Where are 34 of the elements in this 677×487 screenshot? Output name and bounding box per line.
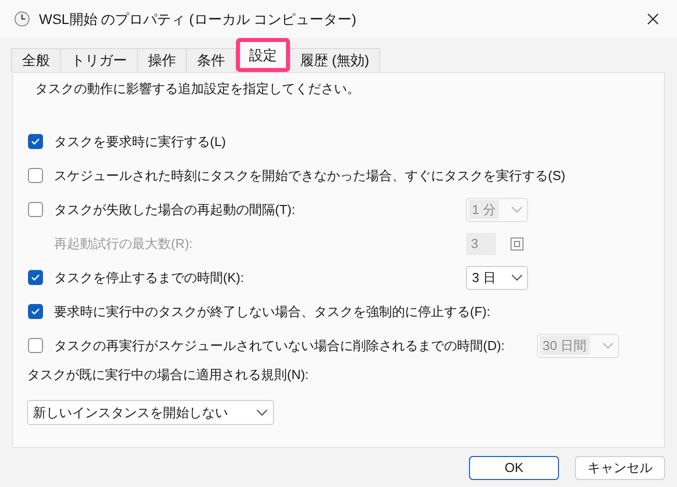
spin-icon[interactable] bbox=[510, 236, 524, 250]
chevron-down-icon bbox=[602, 342, 614, 349]
checkmark-icon bbox=[31, 138, 40, 145]
option-label: タスクを要求時に実行する(L) bbox=[54, 132, 227, 151]
rule-dropdown[interactable]: 新しいインスタンスを開始しない bbox=[27, 400, 274, 425]
window-title: WSL開始 のプロパティ (ローカル コンピューター) bbox=[39, 10, 356, 29]
checkbox[interactable] bbox=[28, 304, 43, 319]
close-icon bbox=[647, 13, 659, 25]
option-label: 再起動試行の最大数(R): bbox=[54, 234, 194, 253]
option-label: タスクを停止するまでの時間(K): bbox=[54, 268, 245, 287]
checkbox[interactable] bbox=[28, 202, 43, 217]
dropdown[interactable]: 3 日 bbox=[466, 266, 528, 290]
rule-label: タスクが既に実行中の場合に適用される規則(N): bbox=[27, 366, 310, 384]
dialog-button[interactable]: キャンセル bbox=[575, 456, 665, 480]
chevron-down-icon bbox=[256, 409, 268, 416]
option-label: タスクが失敗した場合の再起動の間隔(T): bbox=[54, 200, 296, 219]
checkmark-icon bbox=[31, 308, 40, 315]
dialog-button[interactable]: OK bbox=[469, 456, 559, 480]
checkbox[interactable] bbox=[28, 270, 43, 285]
option-label: 要求時に実行中のタスクが終了しない場合、タスクを強制的に停止する(F): bbox=[54, 302, 490, 321]
clock-icon bbox=[14, 11, 30, 27]
checkbox[interactable] bbox=[28, 134, 43, 149]
tab[interactable]: 設定 bbox=[236, 38, 290, 72]
tab[interactable]: 条件 bbox=[186, 48, 236, 72]
checkbox[interactable] bbox=[28, 338, 43, 353]
chevron-down-icon bbox=[510, 206, 523, 213]
option-label: タスクの再実行がスケジュールされていない場合に削除されるまでの時間(D): bbox=[54, 336, 505, 355]
intro-text: タスクの動作に影響する追加設定を指定してください。 bbox=[35, 80, 361, 98]
option-label: スケジュールされた時刻にタスクを開始できなかった場合、すぐにタスクを実行する(S) bbox=[54, 166, 566, 185]
tab[interactable]: 履歴 (無効) bbox=[289, 48, 380, 72]
checkmark-icon bbox=[31, 274, 40, 281]
checkbox[interactable] bbox=[28, 168, 43, 183]
chevron-down-icon bbox=[510, 274, 523, 281]
tab[interactable]: 全般 bbox=[11, 48, 61, 72]
